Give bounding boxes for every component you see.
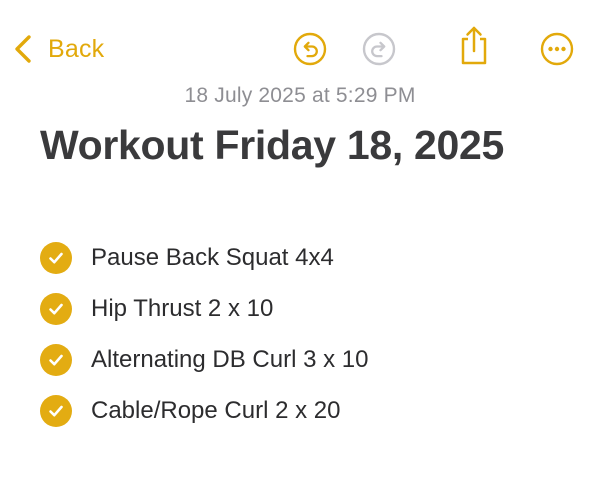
back-button[interactable]: Back xyxy=(12,30,104,68)
checkmark-icon xyxy=(49,354,63,365)
checklist-item-text[interactable]: Pause Back Squat 4x4 xyxy=(91,244,334,272)
redo-icon xyxy=(362,32,396,66)
checklist-item: Cable/Rope Curl 2 x 20 xyxy=(40,385,368,436)
note-title[interactable]: Workout Friday 18, 2025 xyxy=(40,122,504,169)
checkmark-icon xyxy=(49,303,63,314)
checklist-item-text[interactable]: Alternating DB Curl 3 x 10 xyxy=(91,346,368,374)
chevron-left-icon xyxy=(15,35,31,63)
checkbox-checked[interactable] xyxy=(40,241,72,274)
ellipsis-icon xyxy=(540,32,574,66)
checkbox-checked[interactable] xyxy=(40,292,72,325)
share-button[interactable] xyxy=(456,26,492,65)
checkmark-icon xyxy=(49,252,63,263)
undo-button[interactable] xyxy=(292,30,328,68)
share-icon xyxy=(461,26,487,65)
redo-button[interactable] xyxy=(361,30,397,68)
note-screen: Back 18 July 2025 at 5:29 PM Workout Fri… xyxy=(0,0,600,477)
checkbox-checked[interactable] xyxy=(40,343,72,376)
checklist-item-text[interactable]: Hip Thrust 2 x 10 xyxy=(91,295,273,323)
checklist-item: Pause Back Squat 4x4 xyxy=(40,232,368,283)
checklist-item: Hip Thrust 2 x 10 xyxy=(40,283,368,334)
back-label: Back xyxy=(48,34,105,63)
note-timestamp: 18 July 2025 at 5:29 PM xyxy=(184,84,416,107)
undo-icon xyxy=(293,32,327,66)
checkmark-icon xyxy=(49,405,63,416)
checklist-item: Alternating DB Curl 3 x 10 xyxy=(40,334,368,385)
checkbox-checked[interactable] xyxy=(40,394,72,427)
more-button[interactable] xyxy=(539,30,575,68)
checklist: Pause Back Squat 4x4 Hip Thrust 2 x 10 A… xyxy=(40,232,368,436)
checklist-item-text[interactable]: Cable/Rope Curl 2 x 20 xyxy=(91,397,340,425)
